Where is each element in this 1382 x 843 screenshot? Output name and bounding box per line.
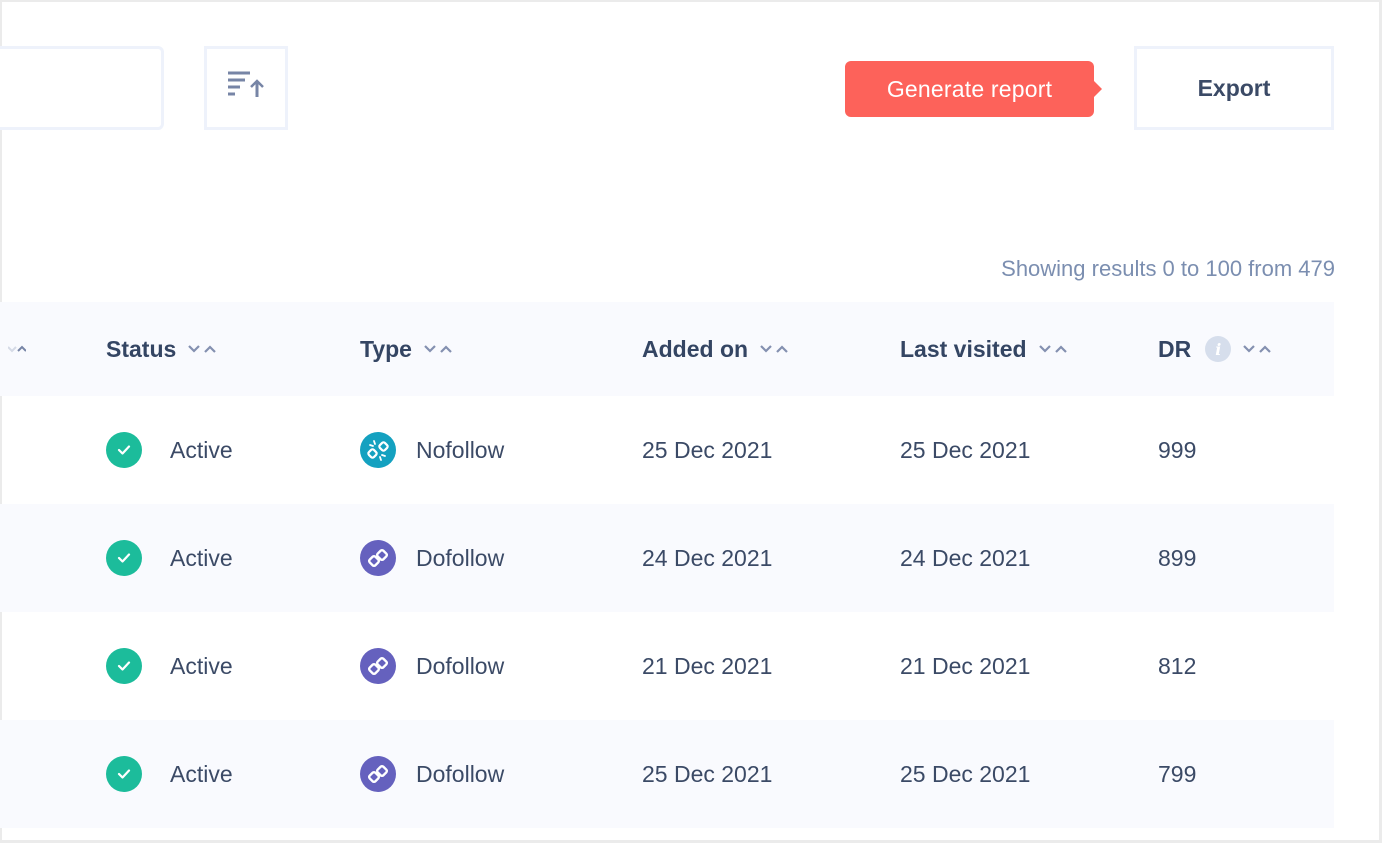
column-header-type[interactable]: Type	[360, 302, 454, 396]
table-row[interactable]: Active Dofollow 21 Dec 2021 21 Dec 2021 …	[0, 612, 1334, 720]
dr-cell: 799	[1158, 760, 1197, 787]
status-cell: Active	[106, 504, 233, 612]
check-circle-icon	[106, 756, 142, 792]
sort-ascending-icon	[226, 70, 266, 107]
type-cell: Nofollow	[360, 396, 504, 504]
last-visited-cell: 24 Dec 2021	[900, 544, 1031, 571]
check-circle-icon	[106, 432, 142, 468]
table-header: Status Type Added on Last visited DR i	[0, 302, 1334, 396]
status-text: Active	[170, 544, 233, 571]
sort-arrows-icon[interactable]	[188, 344, 218, 354]
check-circle-icon	[106, 540, 142, 576]
type-cell: Dofollow	[360, 612, 504, 720]
sort-button[interactable]	[204, 46, 288, 130]
status-cell: Active	[106, 612, 233, 720]
column-header-status[interactable]: Status	[106, 302, 218, 396]
column-header-added-on[interactable]: Added on	[642, 302, 790, 396]
type-cell: Dofollow	[360, 720, 504, 828]
last-visited-cell: 21 Dec 2021	[900, 652, 1031, 679]
status-cell: Active	[106, 396, 233, 504]
dr-cell: 899	[1158, 544, 1197, 571]
last-visited-cell: 25 Dec 2021	[900, 436, 1031, 463]
type-cell: Dofollow	[360, 504, 504, 612]
added-on-cell: 24 Dec 2021	[642, 544, 773, 571]
column-header-last-visited[interactable]: Last visited	[900, 302, 1069, 396]
link-icon	[360, 540, 396, 576]
table-row[interactable]: Active Nofollow 25 Dec 2021 25 Dec 2021 …	[0, 396, 1334, 504]
type-text: Dofollow	[416, 652, 505, 679]
info-icon[interactable]: i	[1205, 336, 1232, 362]
table-row[interactable]: Active Dofollow 25 Dec 2021 25 Dec 2021 …	[0, 720, 1334, 828]
status-cell: Active	[106, 720, 233, 828]
export-button[interactable]: Export	[1134, 46, 1334, 130]
sort-arrows-icon[interactable]	[424, 344, 454, 354]
results-count: Showing results 0 to 100 from 479	[1001, 256, 1335, 281]
dr-cell: 812	[1158, 652, 1197, 679]
type-text: Nofollow	[416, 436, 505, 463]
column-header-dr[interactable]: DR i	[1158, 302, 1273, 396]
dr-cell: 999	[1158, 436, 1197, 463]
generate-report-button[interactable]: Generate report	[845, 61, 1102, 117]
broken-link-icon	[360, 432, 396, 468]
search-input[interactable]	[0, 46, 164, 130]
status-text: Active	[170, 760, 233, 787]
last-visited-cell: 25 Dec 2021	[900, 760, 1031, 787]
status-text: Active	[170, 652, 233, 679]
sort-arrows-icon[interactable]	[8, 344, 26, 354]
added-on-cell: 25 Dec 2021	[642, 760, 773, 787]
link-icon	[360, 648, 396, 684]
added-on-cell: 21 Dec 2021	[642, 652, 773, 679]
added-on-cell: 25 Dec 2021	[642, 436, 773, 463]
type-text: Dofollow	[416, 760, 505, 787]
status-text: Active	[170, 436, 233, 463]
prev-column-sort[interactable]	[0, 302, 26, 396]
sort-arrows-icon[interactable]	[1038, 344, 1069, 354]
sort-arrows-icon[interactable]	[1243, 344, 1273, 354]
check-circle-icon	[106, 648, 142, 684]
table-row[interactable]: Active Dofollow 24 Dec 2021 24 Dec 2021 …	[0, 504, 1334, 612]
results-table: Status Type Added on Last visited DR i A…	[0, 302, 1334, 828]
link-icon	[360, 756, 396, 792]
sort-arrows-icon[interactable]	[760, 344, 790, 354]
type-text: Dofollow	[416, 544, 505, 571]
